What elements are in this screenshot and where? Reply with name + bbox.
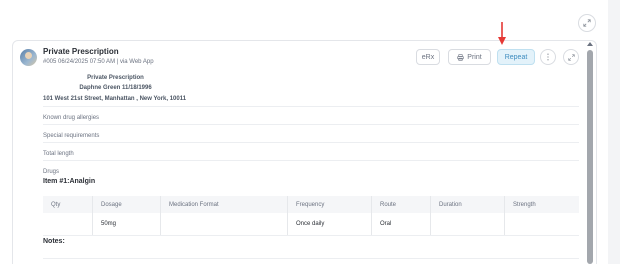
col-format: Medication Format bbox=[161, 196, 288, 213]
arrow-down-icon bbox=[498, 22, 506, 45]
more-options-button[interactable] bbox=[540, 49, 556, 65]
avatar bbox=[20, 49, 37, 66]
prescription-card: Private Prescription #005 06/24/2025 07:… bbox=[12, 40, 597, 264]
section-total-length: Total length bbox=[43, 142, 579, 157]
section-drugs: Drugs bbox=[43, 160, 579, 175]
expand-icon bbox=[567, 53, 575, 61]
erx-label: eRx bbox=[421, 53, 435, 61]
medication-table: Qty Dosage Medication Format Frequency R… bbox=[43, 196, 579, 236]
cell-duration bbox=[431, 213, 505, 235]
table-header: Qty Dosage Medication Format Frequency R… bbox=[43, 196, 579, 213]
cell-route: Oral bbox=[372, 213, 431, 235]
expand-icon bbox=[583, 19, 591, 27]
prescription-title: Private Prescription bbox=[43, 47, 119, 56]
col-duration: Duration bbox=[431, 196, 505, 213]
notes-label: Notes: bbox=[43, 238, 65, 245]
col-route: Route bbox=[372, 196, 431, 213]
prescription-meta: #005 06/24/2025 07:50 AM | via Web App bbox=[43, 59, 154, 65]
col-strength: Strength bbox=[513, 201, 536, 208]
repeat-label: Repeat bbox=[504, 53, 528, 61]
print-button[interactable]: Print bbox=[448, 49, 491, 65]
panel-expand-button[interactable] bbox=[578, 14, 596, 32]
section-allergies: Known drug allergies bbox=[43, 106, 579, 121]
section-special-requirements: Special requirements bbox=[43, 124, 579, 139]
cell-frequency: Once daily bbox=[288, 213, 372, 235]
print-label: Print bbox=[467, 53, 482, 61]
card-expand-button[interactable] bbox=[563, 49, 579, 65]
erx-button[interactable]: eRx bbox=[416, 49, 440, 65]
scroll-up-icon[interactable] bbox=[587, 42, 593, 46]
cell-strength bbox=[505, 213, 579, 235]
printer-icon bbox=[457, 53, 464, 61]
col-qty: Qty bbox=[43, 196, 93, 213]
col-frequency: Frequency bbox=[288, 196, 372, 213]
cell-qty bbox=[43, 213, 93, 235]
cell-dosage: 50mg bbox=[93, 213, 161, 235]
scroll-thumb[interactable] bbox=[587, 50, 593, 264]
more-vertical-icon bbox=[547, 53, 549, 61]
item-title: Item #1:Analgin bbox=[43, 178, 96, 185]
rx-address: 101 West 21st Street, Manhattan , New Yo… bbox=[43, 96, 187, 102]
cell-format bbox=[161, 213, 288, 235]
scrollbar[interactable] bbox=[586, 42, 595, 264]
rx-patient: Daphne Green 11/18/1996 bbox=[79, 85, 152, 91]
rx-heading: Private Prescription bbox=[87, 75, 144, 81]
repeat-button[interactable]: Repeat bbox=[497, 49, 535, 65]
divider bbox=[43, 258, 579, 259]
table-row: 50mg Once daily Oral bbox=[43, 213, 579, 236]
col-dosage: Dosage bbox=[93, 196, 161, 213]
